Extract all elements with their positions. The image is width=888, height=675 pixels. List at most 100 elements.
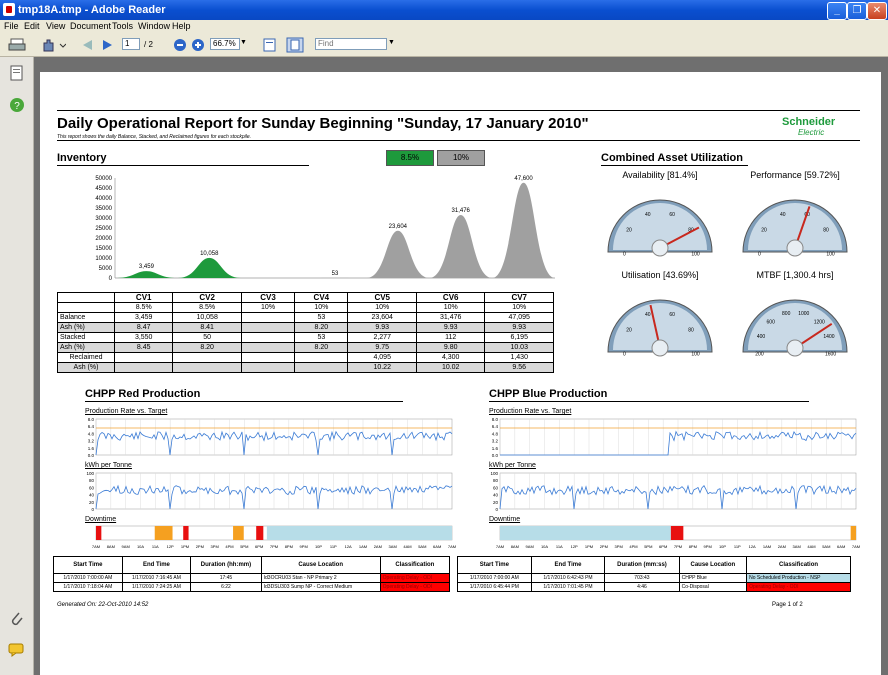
table-cell: 9.93 [415,322,486,333]
downtime-block [670,526,684,540]
zoom-dropdown-icon[interactable]: ▼ [240,39,247,55]
y-tick-label: 100 [490,471,498,476]
page-number-input[interactable] [122,38,140,50]
zoom-in-icon[interactable] [190,37,206,53]
help-icon[interactable]: ? [9,97,25,113]
downtime-block [850,526,856,540]
table-cell: 8.20 [172,342,242,353]
hand-tool-icon[interactable] [40,37,66,53]
table-cell: 10.03 [484,342,554,353]
gauge-tick-label: 40 [780,212,786,218]
pages-icon[interactable] [10,65,24,81]
red-downtime-chart: 7AM 8AM 9AM 10A 11A 12P 1PM 2PM 3PM 4PM 5PM 6PM 7PM 8… [92,525,456,549]
close-button[interactable]: ✕ [867,2,887,20]
y-tick-label: 20000 [95,236,112,242]
table-cell: Operating Delay - ODI [379,573,451,583]
menu-tools[interactable]: Tools [112,21,133,31]
window-titlebar[interactable]: tmp18A.tmp - Adobe Reader _ ❐ ✕ [0,0,888,20]
gauge: Performance [59.72%]020406080100 [730,170,860,266]
table-cell: 10,058 [172,312,242,323]
y-tick-label: 35000 [95,206,112,212]
menu-edit[interactable]: Edit [24,21,40,31]
y-tick-label: 40 [493,493,499,498]
time-tick-label: 3AM [793,544,801,549]
gauge-tick-label: 60 [669,212,675,218]
attachment-icon[interactable] [9,610,25,628]
data-label: 23,604 [389,224,408,230]
column-header: Classification [746,556,851,574]
find-dropdown-icon[interactable]: ▼ [388,39,395,55]
table-row: Reclaimed 4,095 4,300 1,430 [57,352,554,363]
y-tick-label: 8.0 [88,417,95,422]
zoom-out-icon[interactable] [172,37,188,53]
menu-help[interactable]: Help [172,21,191,31]
previous-page-icon[interactable] [80,37,94,53]
minimize-button[interactable]: _ [827,2,847,20]
time-tick-label: 7AM [448,544,456,549]
menu-view[interactable]: View [46,21,65,31]
table-cell [240,322,296,333]
schneider-logo-sub: Electric [798,128,825,137]
red-rate-chart: 8.0 6.4 4.8 3.2 1.6 0.0 [88,417,453,458]
table-cell: 8.47 [113,322,174,333]
fit-page-icon[interactable] [262,37,278,53]
legend-grey: 10% [437,150,485,166]
table-cell: 53 [294,332,349,343]
table-cell: 17:45 [190,573,262,583]
table-cell: 31,476 [415,312,486,323]
gauge: Availability [81.4%]020406080100 [595,170,725,266]
menu-document[interactable]: Document [70,21,111,31]
inventory-heading: Inventory [57,152,107,164]
time-tick-label: 8AM [107,544,115,549]
red-kwh-chart: 100 80 60 40 20 0 [86,471,453,512]
column-header: Duration (hh:mm) [190,556,262,574]
downtime-block [256,526,264,540]
navigation-pane: ? [0,57,34,675]
table-cell: Co-Disposal [678,582,748,592]
column-header [57,292,115,303]
adobe-reader-icon [3,3,15,16]
utilization-heading: Combined Asset Utilization [601,152,743,164]
time-tick-label: 5AM [418,544,426,549]
table-cell: 10.22 [347,362,417,373]
time-tick-label: 4PM [629,544,637,549]
column-header: Cause Location [260,556,381,574]
legend-green: 8.5% [386,150,434,166]
table-cell: 1/17/2010 7:16:45 AM [121,573,192,583]
time-tick-label: 12A [345,544,352,549]
downtime-block [96,526,102,540]
table-cell: 10% [347,302,417,313]
find-input[interactable] [315,38,387,50]
time-tick-label: 9AM [526,544,534,549]
maximize-button[interactable]: ❐ [847,2,867,20]
menu-file[interactable]: File [4,21,19,31]
column-header: CV7 [484,292,554,303]
print-icon[interactable] [8,37,30,53]
time-tick-label: 6PM [659,544,667,549]
fit-width-icon[interactable] [286,37,304,53]
table-cell: 4:46 [604,582,680,592]
next-page-icon[interactable] [100,37,114,53]
table-cell: Id3OCRU03 Stan - NP Primary 2 [260,573,381,583]
gauge-hub [786,339,804,357]
schneider-logo: Schneider [782,116,836,128]
y-tick-label: 0.0 [88,453,95,458]
table-cell: 6,195 [484,332,554,343]
comments-icon[interactable] [8,643,26,657]
red-downtime-table: Start Time End Time Duration (hh:mm) Cause … [53,556,451,592]
y-tick-label: 80 [89,478,95,483]
inventory-chart: 5000045000400003500030000250002000015000… [95,176,555,282]
y-tick-label: 0 [91,507,94,512]
y-tick-label: 40000 [95,196,112,202]
gauge-tick-label: 20 [761,228,767,234]
y-tick-label: 45000 [95,186,112,192]
column-header: Cause Location [678,556,748,574]
zoom-input[interactable] [210,38,240,50]
gauge-tick-label: 20 [626,328,632,334]
area-mark-cv5 [366,230,430,278]
time-tick-label: 9PM [704,544,712,549]
menu-window[interactable]: Window [138,21,170,31]
gauge-hub [651,339,669,357]
data-label: 10,058 [200,251,219,257]
data-label: 47,600 [514,176,533,182]
